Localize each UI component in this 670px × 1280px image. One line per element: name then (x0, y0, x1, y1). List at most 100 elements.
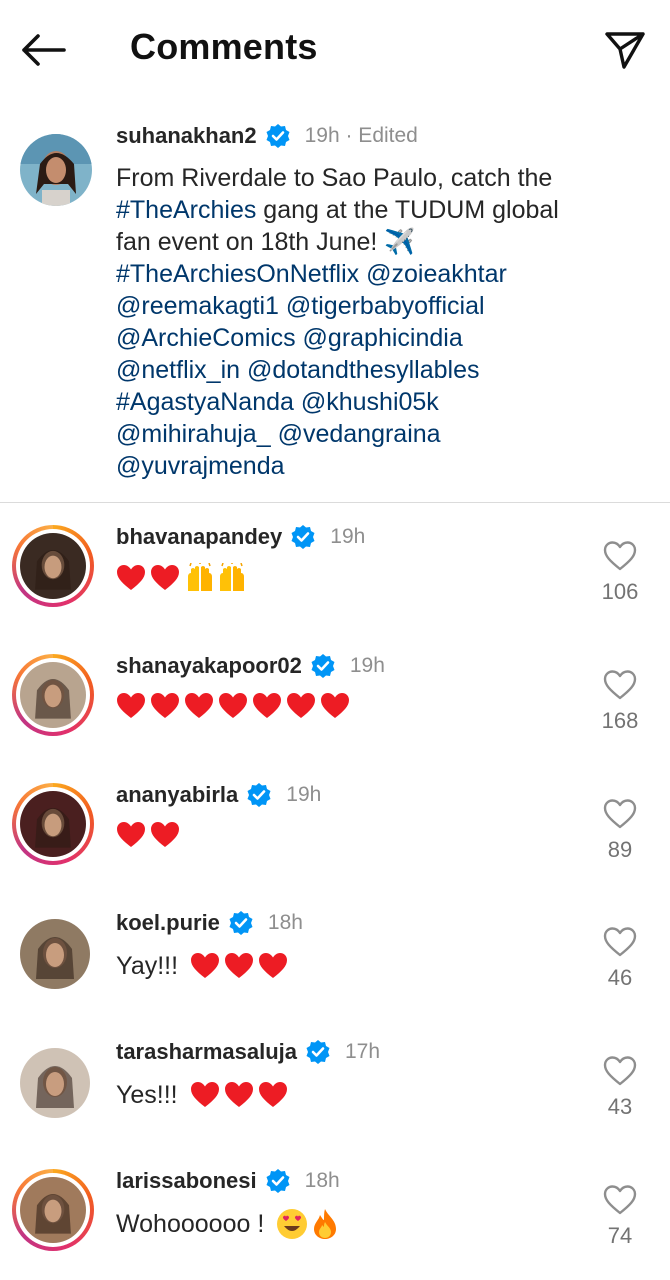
red-heart-icon (117, 821, 145, 847)
comment-row: shanayakapoor02 19h 168 (0, 632, 670, 761)
heart-eyes-emoji-icon (277, 1208, 308, 1239)
mention-link[interactable]: @ArchieComics (116, 324, 296, 352)
hashtag-link[interactable]: #AgastyaNanda (116, 388, 294, 416)
comment-time: 17h (345, 1040, 381, 1064)
red-heart-icon (287, 692, 315, 718)
like-control: 43 (590, 1056, 650, 1120)
heart-outline-icon[interactable] (603, 1185, 637, 1215)
comment-header: larissabonesi 18h (116, 1165, 670, 1197)
caption-text-segment (271, 420, 278, 448)
verified-badge-icon (291, 525, 315, 549)
caption-text-segment (279, 292, 286, 320)
comment-time: 19h (349, 653, 385, 677)
mention-link[interactable]: @graphicindia (303, 324, 463, 352)
caption-username[interactable]: suhanakhan2 (116, 123, 257, 149)
heart-outline-icon[interactable] (603, 927, 637, 957)
verified-badge-icon (229, 911, 253, 936)
like-control: 89 (590, 798, 650, 863)
heart-outline-icon[interactable] (603, 670, 637, 700)
hashtag-link[interactable]: #TheArchiesOnNetflix (116, 260, 359, 288)
verified-badge-icon (247, 782, 271, 807)
mention-link[interactable]: @netflix_in (116, 356, 240, 384)
like-count: 89 (607, 836, 633, 862)
post-caption: suhanakhan2 19h · Edited From Riverdale … (0, 100, 670, 502)
fire-emoji-icon (314, 1208, 337, 1239)
red-heart-icon (117, 565, 145, 590)
comment-header: koel.purie 18h (116, 907, 670, 939)
comment-body (116, 692, 670, 720)
mention-link[interactable]: @khushi05k (301, 388, 439, 416)
comments-list: bhavanapandey 19h 106 shanayakapoor02 19h 168… (0, 503, 670, 1276)
caption-header: suhanakhan2 19h · Edited (116, 120, 640, 152)
red-heart-icon (225, 953, 254, 979)
paper-plane-icon (605, 32, 645, 69)
comment-username[interactable]: shanayakapoor02 (116, 653, 302, 679)
mention-link[interactable]: @zoieakhtar (366, 260, 507, 288)
comment-header: tarasharmasaluja 17h (116, 1036, 670, 1068)
like-control: 168 (590, 670, 650, 734)
caption-text-segment (294, 388, 301, 416)
share-button[interactable] (602, 28, 648, 72)
comment-body: Wohoooooo ! (116, 1207, 670, 1241)
comment-username[interactable]: bhavanapandey (116, 524, 282, 550)
comment-row: bhavanapandey 19h 106 (0, 503, 670, 632)
comment-header: bhavanapandey 19h (116, 521, 670, 553)
hashtag-link[interactable]: #TheArchies (116, 196, 256, 224)
avatar-story-ring[interactable] (12, 1168, 94, 1251)
back-button[interactable] (18, 28, 68, 72)
comment-body: Yay!!! (116, 949, 670, 983)
like-count: 106 (601, 579, 639, 604)
comment-body: Yes!!! (116, 1078, 670, 1112)
comment-time: 19h (330, 525, 366, 548)
avatar[interactable] (20, 134, 92, 206)
avatar-story-ring[interactable] (12, 782, 94, 865)
red-heart-icon (191, 953, 220, 979)
mention-link[interactable]: @tigerbabyofficial (286, 292, 485, 320)
avatar (20, 533, 86, 599)
mention-link[interactable]: @dotandthesyllables (247, 356, 479, 384)
avatar-image (20, 790, 86, 857)
avatar-story-ring[interactable] (12, 653, 94, 736)
avatar-story-ring[interactable] (12, 525, 94, 607)
mention-link[interactable]: @vedangraina (278, 420, 441, 448)
avatar[interactable] (20, 1048, 90, 1119)
red-heart-icon (185, 692, 213, 718)
like-count: 168 (601, 707, 639, 733)
avatar-image (20, 1176, 86, 1243)
caption-text-segment (296, 324, 303, 352)
mention-link[interactable]: @reemakagti1 (116, 292, 279, 320)
heart-outline-icon[interactable] (603, 541, 637, 571)
comment-row: larissabonesi 18h Wohoooooo ! 74 (0, 1147, 670, 1276)
verified-badge-icon (306, 1040, 330, 1065)
avatar-image (20, 1048, 90, 1119)
mention-link[interactable]: @yuvrajmenda (116, 452, 285, 480)
heart-outline-icon[interactable] (603, 798, 637, 829)
comment-time: 19h (286, 782, 322, 806)
comment-body (116, 821, 670, 849)
comment-text: Yes!!! (116, 1081, 178, 1110)
raised-hands-icon (188, 563, 212, 591)
comment-username[interactable]: ananyabirla (116, 782, 238, 808)
avatar-image (20, 661, 86, 728)
comment-username[interactable]: larissabonesi (116, 1168, 257, 1194)
heart-outline-icon[interactable] (603, 1056, 637, 1086)
comment-row: ananyabirla 19h 89 (0, 761, 670, 890)
like-count: 46 (607, 965, 633, 991)
red-heart-icon (219, 692, 247, 718)
comment-time: 18h (267, 911, 303, 935)
comment-username[interactable]: koel.purie (116, 910, 220, 936)
comment-username[interactable]: tarasharmasaluja (116, 1039, 297, 1065)
mention-link[interactable]: @mihirahuja_ (116, 420, 271, 448)
avatar[interactable] (20, 919, 90, 990)
comment-text: Yay!!! (116, 952, 179, 981)
comment-row: tarasharmasaluja 17h Yes!!! 43 (0, 1018, 670, 1147)
like-control: 74 (590, 1185, 650, 1249)
caption-text-segment (240, 356, 247, 384)
avatar-image (20, 533, 86, 599)
like-count: 74 (607, 1222, 633, 1248)
header-bar: Comments (0, 0, 670, 100)
raised-hands-icon (220, 563, 244, 591)
avatar (20, 661, 86, 728)
red-heart-icon (258, 1082, 287, 1108)
verified-badge-icon (266, 124, 290, 148)
